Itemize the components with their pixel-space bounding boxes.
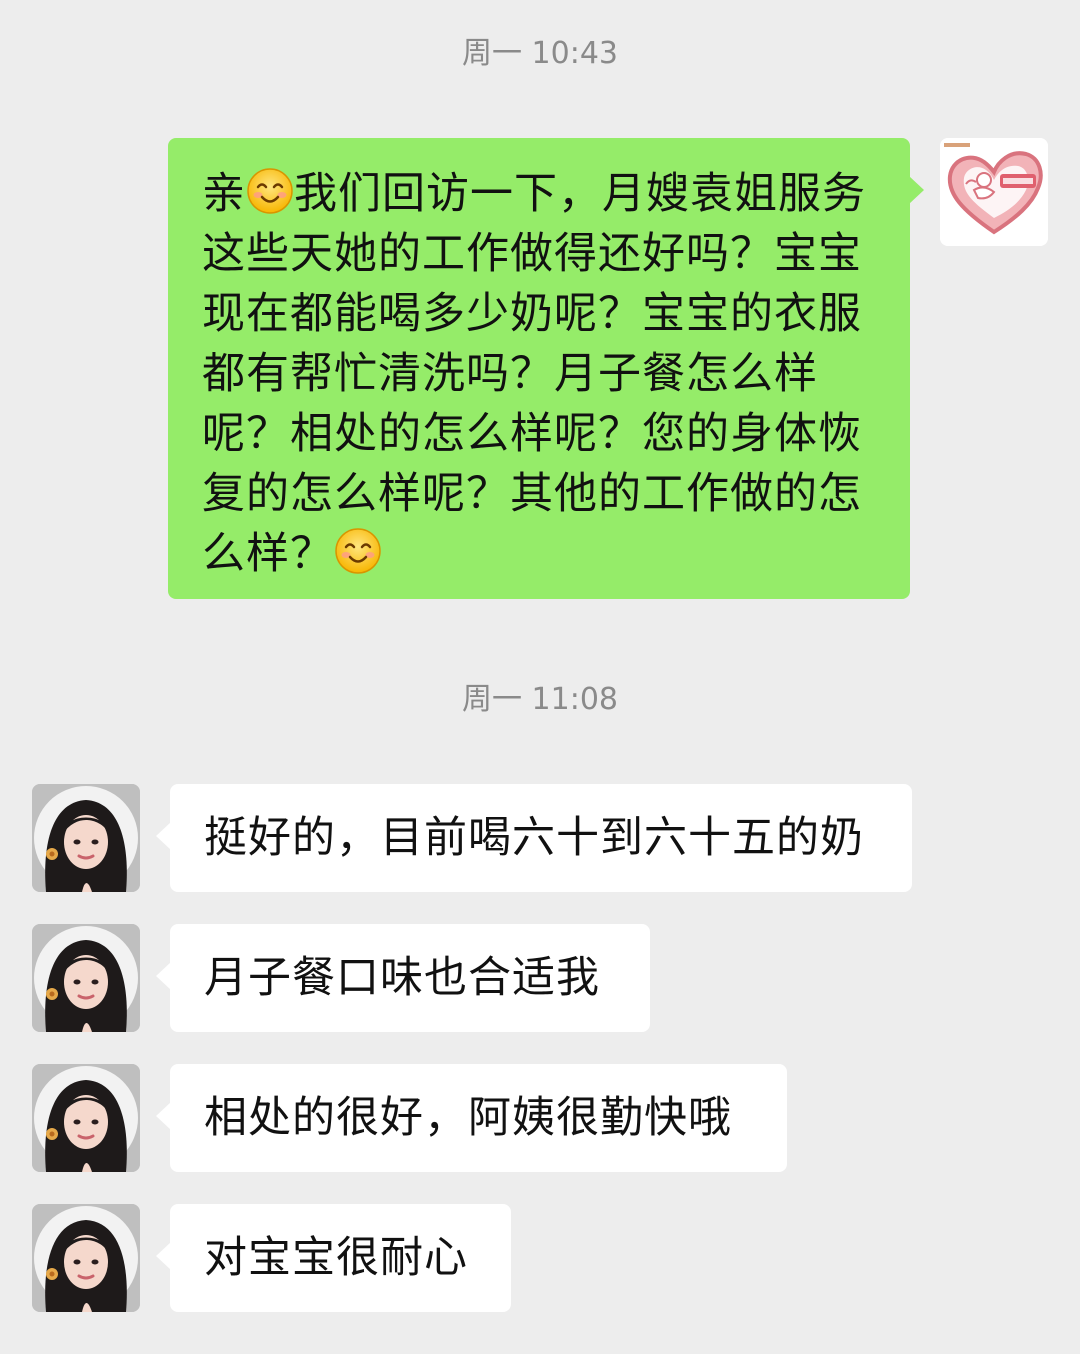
peer-avatar[interactable] xyxy=(32,784,140,892)
timestamp: 周一 11:08 xyxy=(462,682,618,717)
incoming-message-bubble[interactable]: 相处的很好，阿姨很勤快哦 xyxy=(156,1064,787,1172)
woman-portrait-avatar-icon xyxy=(32,1204,140,1312)
heart-cupid-logo-icon xyxy=(940,138,1048,246)
incoming-message-bubble[interactable]: 月子餐口味也合适我 xyxy=(156,924,650,1032)
incoming-message-bubble[interactable]: 对宝宝很耐心 xyxy=(156,1204,511,1312)
message-text: 我们回访一下，月嫂袁姐服务这些天她的工作做得还好吗？宝宝现在都能喝多少奶呢？宝宝… xyxy=(202,169,866,579)
woman-portrait-avatar-icon xyxy=(32,784,140,892)
self-avatar[interactable] xyxy=(940,138,1048,246)
incoming-message-bubble[interactable]: 挺好的，目前喝六十到六十五的奶 xyxy=(156,784,912,892)
peer-avatar[interactable] xyxy=(32,1204,140,1312)
timestamp: 周一 10:43 xyxy=(462,36,618,71)
smile-emoji-icon xyxy=(335,528,381,574)
message-text: 亲 xyxy=(202,169,246,219)
outgoing-message-bubble[interactable]: 亲我们回访一下，月嫂袁姐服务这些天她的工作做得还好吗？宝宝现在都能喝多少奶呢？宝… xyxy=(168,138,924,599)
smile-emoji-icon xyxy=(247,168,293,214)
woman-portrait-avatar-icon xyxy=(32,1064,140,1172)
peer-avatar[interactable] xyxy=(32,924,140,1032)
peer-avatar[interactable] xyxy=(32,1064,140,1172)
woman-portrait-avatar-icon xyxy=(32,924,140,1032)
